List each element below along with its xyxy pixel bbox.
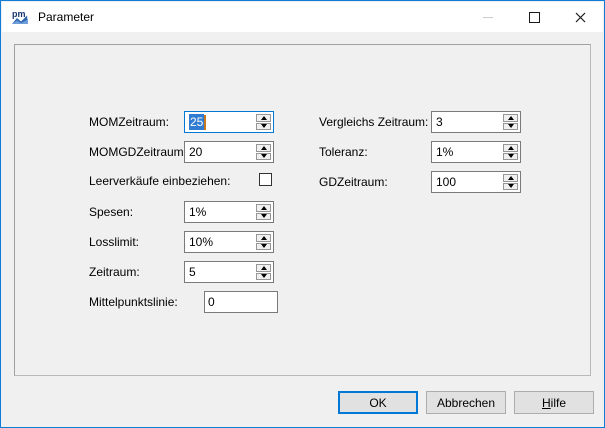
losslimit-input[interactable] — [184, 231, 274, 253]
spin-down-button[interactable] — [256, 123, 271, 131]
spesen-value[interactable] — [189, 203, 249, 221]
spin-down-button[interactable] — [503, 153, 518, 161]
ok-button[interactable]: OK — [338, 391, 418, 414]
spesen-input[interactable] — [184, 201, 274, 223]
zeitraum-spinner — [256, 264, 271, 280]
zeitraum-input[interactable] — [184, 261, 274, 283]
arrow-up-icon — [261, 146, 267, 150]
cancel-button[interactable]: Abbrechen — [426, 391, 506, 414]
spin-up-button[interactable] — [256, 114, 271, 122]
app-icon: pm — [10, 8, 30, 26]
toleranz-input[interactable] — [431, 141, 521, 163]
arrow-down-icon — [261, 124, 267, 128]
arrow-down-icon — [261, 274, 267, 278]
arrow-up-icon — [508, 176, 514, 180]
minimize-icon — [483, 17, 493, 18]
spin-up-button[interactable] — [503, 174, 518, 182]
momzeitraum-input[interactable]: 25 — [184, 111, 274, 133]
spin-up-button[interactable] — [503, 114, 518, 122]
momzeitraum-spinner — [256, 114, 271, 130]
gdzeitraum-input[interactable] — [431, 171, 521, 193]
ok-button-label: OK — [369, 396, 386, 410]
window-title: Parameter — [38, 10, 94, 24]
selected-text: 25 — [189, 114, 204, 130]
arrow-down-icon — [261, 244, 267, 248]
momgdzeitraum-value[interactable] — [189, 143, 249, 161]
arrow-down-icon — [261, 154, 267, 158]
arrow-up-icon — [508, 116, 514, 120]
spin-up-button[interactable] — [256, 204, 271, 212]
arrow-up-icon — [508, 146, 514, 150]
spin-up-button[interactable] — [256, 144, 271, 152]
losslimit-label: Losslimit: — [89, 231, 139, 253]
toleranz-spinner — [503, 144, 518, 160]
spesen-label: Spesen: — [89, 201, 133, 223]
maximize-icon — [529, 12, 540, 23]
vergleichs-zeitraum-spinner — [503, 114, 518, 130]
spin-up-button[interactable] — [256, 234, 271, 242]
spin-down-button[interactable] — [256, 213, 271, 221]
leerverkaeufe-label: Leerverkäufe einbeziehen: — [89, 170, 230, 192]
spin-down-button[interactable] — [503, 123, 518, 131]
minimize-button[interactable] — [465, 2, 511, 32]
maximize-button[interactable] — [511, 2, 557, 32]
toleranz-label: Toleranz: — [319, 141, 368, 163]
close-button[interactable] — [557, 2, 603, 32]
help-button-label: Hilfe — [542, 396, 566, 410]
gdzeitraum-label: GDZeitraum: — [319, 171, 388, 193]
arrow-up-icon — [261, 236, 267, 240]
leerverkaeufe-checkbox[interactable] — [259, 173, 272, 186]
momgdzeitraum-input[interactable] — [184, 141, 274, 163]
help-button[interactable]: Hilfe — [514, 391, 594, 414]
toleranz-value[interactable] — [436, 143, 496, 161]
gdzeitraum-value[interactable] — [436, 173, 496, 191]
arrow-up-icon — [261, 206, 267, 210]
arrow-down-icon — [508, 184, 514, 188]
arrow-down-icon — [508, 124, 514, 128]
cancel-button-label: Abbrechen — [437, 396, 495, 410]
spesen-spinner — [256, 204, 271, 220]
titlebar[interactable]: pm Parameter — [2, 2, 603, 32]
parameter-dialog: pm Parameter MOMZeitraum: 25 MOMGDZeitra… — [0, 0, 605, 428]
vergleichs-zeitraum-value[interactable] — [436, 113, 496, 131]
losslimit-spinner — [256, 234, 271, 250]
svg-text:pm: pm — [12, 9, 26, 19]
spin-up-button[interactable] — [256, 264, 271, 272]
spin-down-button[interactable] — [256, 243, 271, 251]
zeitraum-label: Zeitraum: — [89, 261, 140, 283]
text-caret — [204, 115, 206, 130]
momzeitraum-label: MOMZeitraum: — [89, 111, 169, 133]
vergleichs-zeitraum-label: Vergleichs Zeitraum: — [319, 111, 428, 133]
arrow-up-icon — [261, 116, 267, 120]
zeitraum-value[interactable] — [189, 263, 249, 281]
mittelpunktslinie-input[interactable] — [204, 291, 278, 313]
spin-up-button[interactable] — [503, 144, 518, 152]
losslimit-value[interactable] — [189, 233, 249, 251]
gdzeitraum-spinner — [503, 174, 518, 190]
arrow-down-icon — [508, 154, 514, 158]
momgdzeitraum-spinner — [256, 144, 271, 160]
vergleichs-zeitraum-input[interactable] — [431, 111, 521, 133]
mittelpunktslinie-label: Mittelpunktslinie: — [89, 291, 178, 313]
spin-down-button[interactable] — [503, 183, 518, 191]
momgdzeitraum-label: MOMGDZeitraum: — [89, 141, 187, 163]
spin-down-button[interactable] — [256, 153, 271, 161]
close-icon — [575, 12, 586, 23]
spin-down-button[interactable] — [256, 273, 271, 281]
arrow-down-icon — [261, 214, 267, 218]
arrow-up-icon — [261, 266, 267, 270]
